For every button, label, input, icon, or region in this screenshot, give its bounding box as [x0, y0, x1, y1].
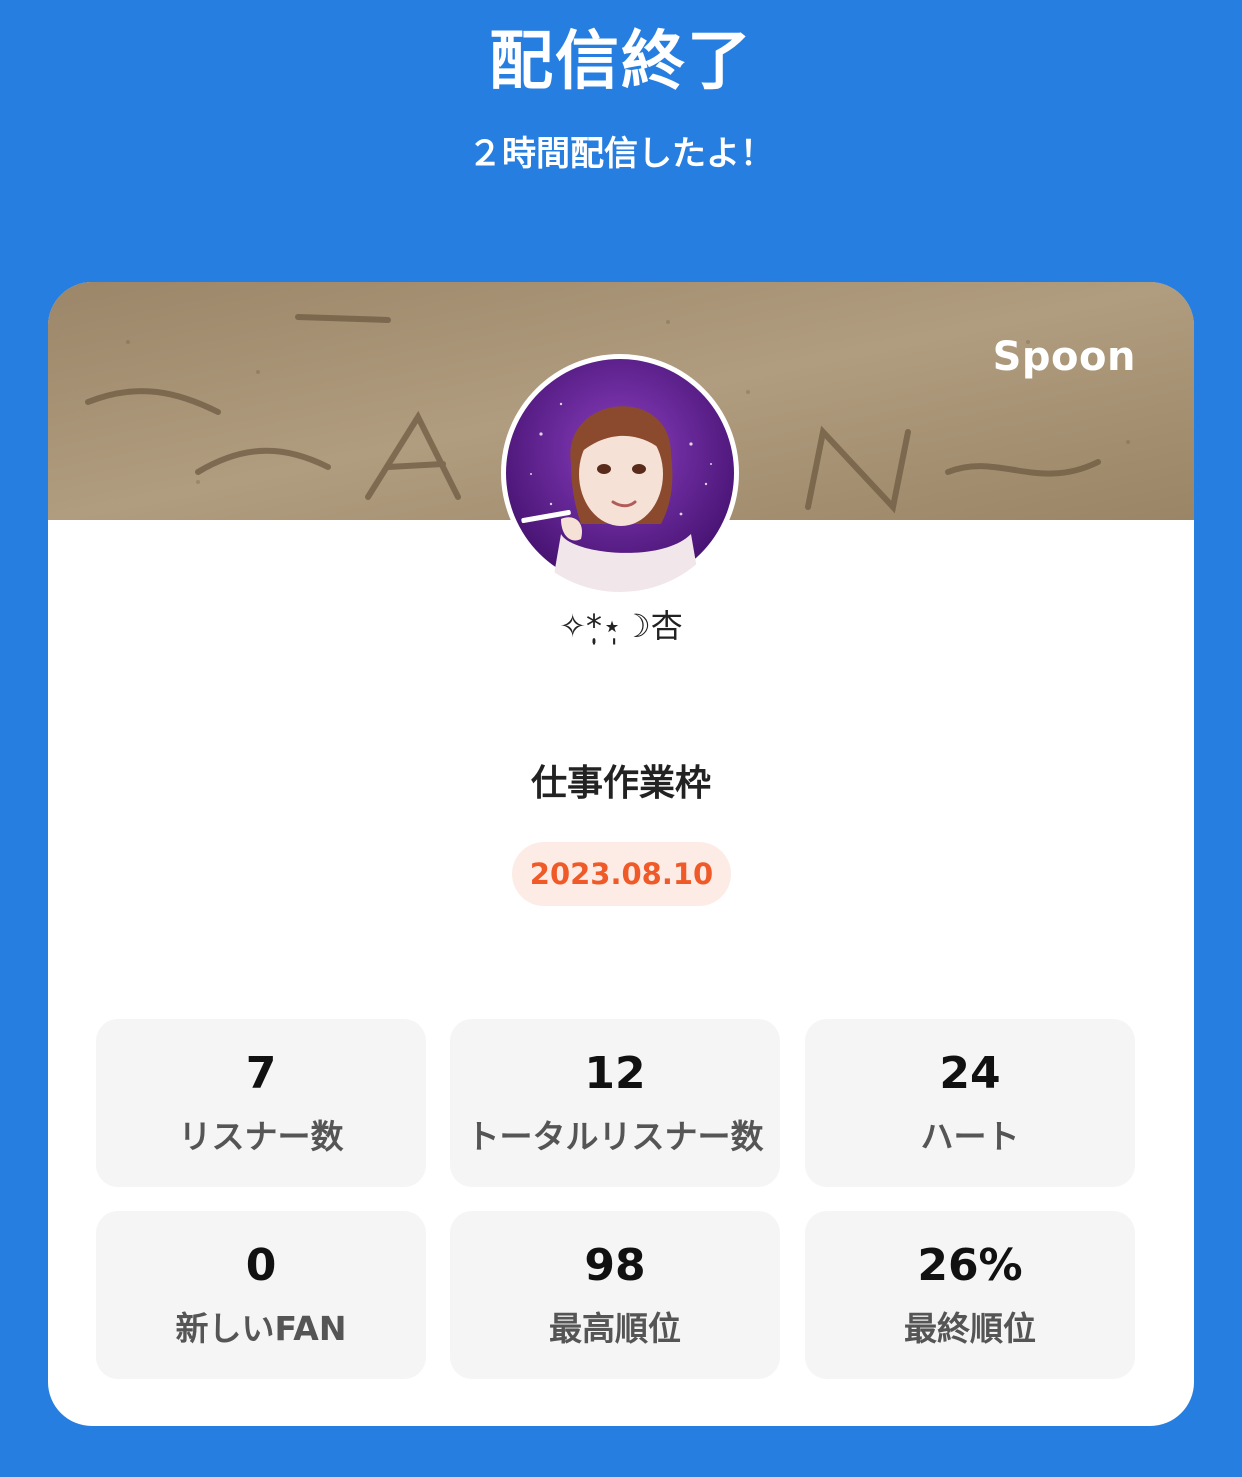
stat-listeners: 7 リスナー数 [96, 1019, 426, 1187]
stat-value: 12 [584, 1048, 646, 1099]
stat-value: 26% [917, 1240, 1023, 1291]
stat-label: 最終順位 [904, 1309, 1036, 1348]
stat-value: 98 [584, 1240, 646, 1291]
avatar [501, 354, 739, 592]
broadcast-summary-card: Spoon ✧*̣̩⋆̩☽杏 仕事作業枠 2023.08.10 7 リスナー数 … [48, 282, 1194, 1426]
stat-label: トータルリスナー数 [466, 1117, 764, 1156]
stat-total-listeners: 12 トータルリスナー数 [450, 1019, 780, 1187]
stat-label: リスナー数 [178, 1117, 344, 1156]
stat-new-fans: 0 新しいFAN [96, 1211, 426, 1379]
stat-label: ハート [920, 1117, 1020, 1156]
room-title: 仕事作業枠 [530, 763, 711, 804]
username: ✧*̣̩⋆̩☽杏 [559, 607, 683, 645]
stat-label: 新しいFAN [175, 1309, 347, 1348]
stat-value: 7 [245, 1048, 277, 1099]
stat-highest-rank: 98 最高順位 [450, 1211, 780, 1379]
stat-value: 0 [245, 1240, 277, 1291]
stat-final-rank: 26% 最終順位 [805, 1211, 1135, 1379]
stat-value: 24 [939, 1048, 1001, 1099]
spoon-logo: Spoon [992, 334, 1136, 380]
stat-hearts: 24 ハート [805, 1019, 1135, 1187]
stat-label: 最高順位 [549, 1309, 681, 1348]
page-title: 配信終了 [489, 25, 753, 99]
date-badge: 2023.08.10 [512, 842, 731, 906]
page-subtitle: ２時間配信したよ！ [468, 134, 774, 174]
